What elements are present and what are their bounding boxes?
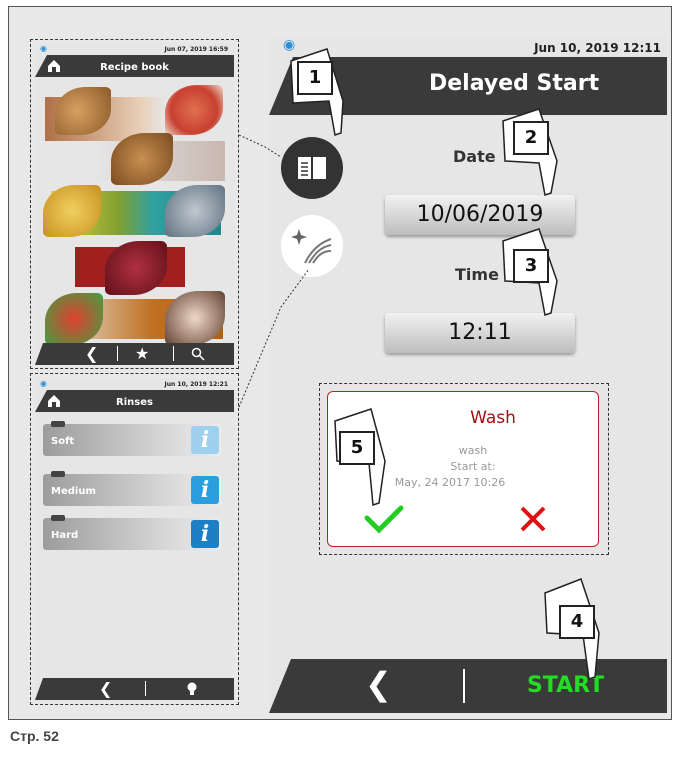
rinses-button[interactable] xyxy=(281,215,343,277)
divider xyxy=(463,669,465,703)
home-icon[interactable] xyxy=(47,58,61,77)
cancel-x-icon[interactable] xyxy=(518,504,548,538)
wifi-icon: ◉ xyxy=(40,44,47,53)
back-arrow-icon[interactable]: ❮ xyxy=(365,665,392,703)
title-bar: Recipe book xyxy=(35,55,234,77)
rinse-label: Soft xyxy=(51,436,75,447)
date-label: Date xyxy=(453,147,496,166)
recipe-book-screen: ◉ Jun 07, 2019 16:59 Recipe book ❮ ★ xyxy=(35,43,234,365)
book-icon xyxy=(296,154,328,186)
status-bar: ◉ Jun 10, 2019 12:21 xyxy=(35,378,234,390)
recipe-tile-pizza[interactable] xyxy=(165,85,223,135)
bottom-nav: ❮ START xyxy=(269,659,667,713)
rinse-label: Hard xyxy=(51,530,79,541)
marker-number: 5 xyxy=(339,431,375,465)
rinse-tag xyxy=(51,471,65,477)
manual-figure: ◉ Jun 07, 2019 16:59 Recipe book ❮ ★ ◉ J… xyxy=(8,6,672,720)
info-icon[interactable]: i xyxy=(191,426,219,454)
screen-title: Rinses xyxy=(116,397,153,408)
divider xyxy=(173,346,174,361)
marker-number: 4 xyxy=(559,605,595,639)
rinses-screen: ◉ Jun 10, 2019 12:21 Rinses Soft i Mediu… xyxy=(35,378,234,700)
status-date: Jun 10, 2019 12:21 xyxy=(164,381,228,388)
status-date: Jun 10, 2019 12:11 xyxy=(534,41,661,55)
rinse-option[interactable]: Hard i xyxy=(43,515,221,550)
rinse-option[interactable]: Soft i xyxy=(43,421,221,456)
marker-number: 2 xyxy=(513,121,549,155)
info-icon[interactable]: i xyxy=(191,476,219,504)
back-arrow-icon[interactable]: ❮ xyxy=(85,344,98,363)
time-label: Time xyxy=(455,265,499,284)
wifi-icon: ◉ xyxy=(40,379,47,388)
status-bar: ◉ Jun 07, 2019 16:59 xyxy=(35,43,234,55)
screen-title: Delayed Start xyxy=(429,71,600,96)
bottom-nav: ❮ xyxy=(35,678,234,700)
star-icon[interactable]: ★ xyxy=(135,344,149,363)
bottom-nav: ❮ ★ xyxy=(35,343,234,365)
back-arrow-icon[interactable]: ❮ xyxy=(99,679,112,698)
divider xyxy=(145,681,146,696)
info-icon[interactable]: i xyxy=(191,520,219,548)
sparkle-spray-icon xyxy=(291,225,333,271)
recipe-book-button[interactable] xyxy=(281,137,343,199)
rinse-option[interactable]: Medium i xyxy=(43,471,221,506)
recipe-tile-grid xyxy=(35,81,234,345)
lightbulb-icon[interactable] xyxy=(187,681,197,700)
divider xyxy=(117,346,118,361)
rinse-tag xyxy=(51,421,65,427)
rinse-label: Medium xyxy=(51,486,96,497)
screen-title: Recipe book xyxy=(100,62,169,73)
search-icon[interactable] xyxy=(191,346,205,365)
marker-number: 1 xyxy=(297,61,333,95)
marker-number: 3 xyxy=(513,249,549,283)
title-bar: Rinses xyxy=(35,390,234,412)
page-caption: Стр. 52 xyxy=(10,728,59,744)
home-icon[interactable] xyxy=(47,393,61,412)
status-date: Jun 07, 2019 16:59 xyxy=(164,46,228,53)
rinse-tag xyxy=(51,515,65,521)
